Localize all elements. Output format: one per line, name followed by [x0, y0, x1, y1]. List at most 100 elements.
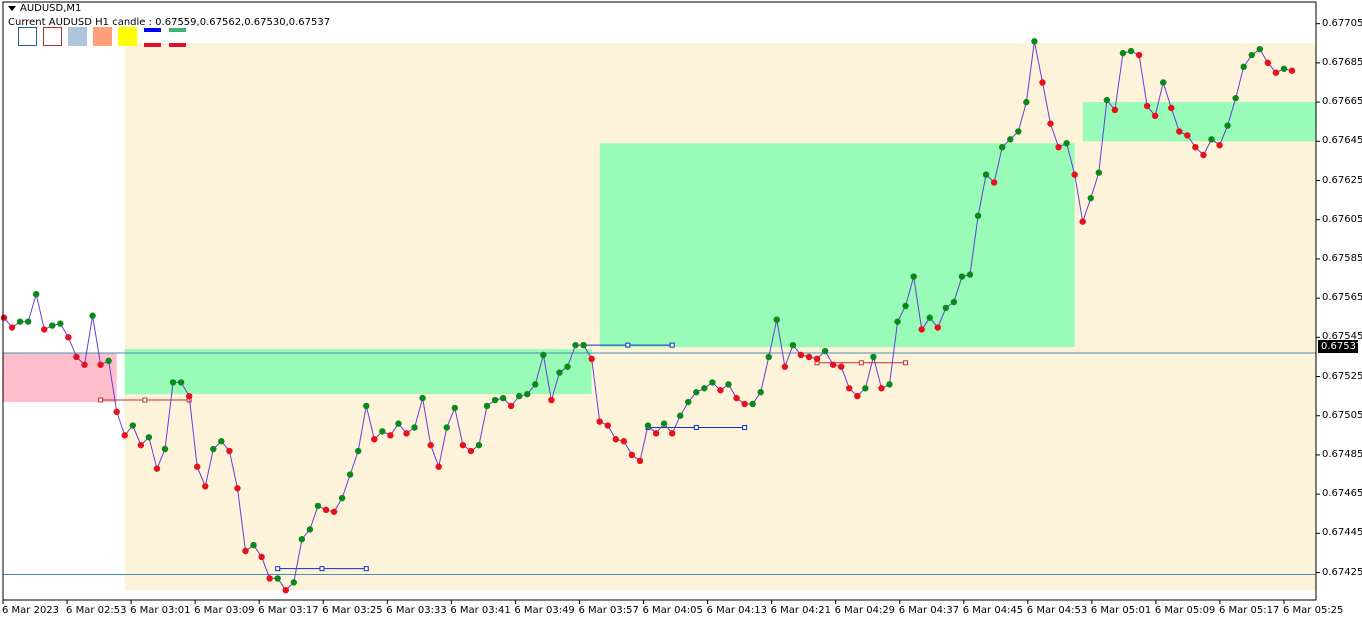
price-point [379, 428, 386, 435]
price-point [693, 389, 700, 396]
price-point [733, 394, 740, 402]
y-tick-label: 0.67605 [1322, 213, 1362, 225]
price-point [330, 508, 338, 515]
price-point [757, 389, 764, 396]
price-point [218, 438, 225, 445]
dropdown-arrow-icon[interactable] [8, 5, 16, 11]
price-point [194, 463, 201, 470]
price-point [717, 387, 724, 394]
x-tick-label: 6 Mar 04:13 [706, 605, 767, 616]
price-point [475, 441, 483, 449]
price-point [121, 432, 128, 439]
price-point [81, 361, 88, 368]
price-point [1192, 143, 1199, 151]
level-red-1-handle [98, 397, 104, 403]
price-point [1151, 112, 1159, 120]
x-tick-label: 6 Mar 04:29 [834, 605, 896, 616]
price-point [274, 575, 281, 582]
price-point [105, 357, 112, 365]
price-point [701, 385, 708, 392]
price-point [926, 314, 933, 321]
price-point [1087, 194, 1094, 202]
level-red-1-handle [142, 397, 148, 403]
price-point [411, 424, 418, 431]
zones-layer [2, 43, 1317, 591]
price-point [1031, 38, 1038, 45]
price-point [1071, 171, 1078, 178]
zone-green-2 [599, 143, 1075, 348]
y-tick-label: 0.67445 [1322, 527, 1362, 539]
price-point [169, 379, 177, 386]
price-point [1176, 128, 1183, 135]
white-box-swatch[interactable] [18, 27, 37, 46]
price-point [89, 312, 96, 319]
price-point [709, 379, 716, 386]
x-tick-label: 6 Mar 03:09 [194, 605, 255, 616]
red-dash-swatch[interactable] [144, 43, 161, 47]
price-point [1288, 67, 1296, 74]
price-point [910, 273, 917, 280]
y-tick-label: 0.67425 [1322, 566, 1362, 578]
x-tick-label: 6 Mar 03:57 [578, 605, 639, 616]
price-point [242, 547, 249, 555]
price-point [507, 402, 515, 410]
y-tick-label: 0.67565 [1322, 292, 1362, 304]
price-point [371, 436, 378, 443]
price-point [548, 396, 555, 404]
y-tick-label: 0.67485 [1322, 448, 1362, 460]
red-dash-swatch-2[interactable] [169, 43, 186, 47]
zone-green-3 [1082, 102, 1317, 142]
y-tick-label: 0.67645 [1322, 135, 1362, 147]
price-point [1047, 120, 1054, 127]
salmon-swatch[interactable] [93, 27, 112, 46]
price-point [990, 179, 998, 186]
chart-title[interactable]: AUDUSD,M1 [8, 2, 81, 16]
price-point [685, 398, 692, 406]
price-point [443, 424, 450, 431]
price-point [604, 422, 611, 429]
price-point [113, 408, 120, 416]
price-point [1160, 79, 1167, 86]
price-point [41, 326, 48, 333]
price-point [668, 430, 676, 437]
price-point [773, 316, 780, 323]
price-point [1272, 69, 1280, 76]
x-tick-label: 6 Mar 03:49 [514, 605, 575, 616]
yellow-swatch[interactable] [118, 27, 137, 46]
price-point [137, 441, 145, 449]
y-tick-label: 0.67525 [1322, 370, 1362, 382]
price-point [838, 363, 845, 370]
x-tick-label: 6 Mar 04:05 [642, 605, 703, 616]
zone-green-1 [124, 349, 592, 395]
price-point [306, 526, 314, 533]
lightsteelblue-swatch[interactable] [68, 27, 87, 46]
green-dash-swatch[interactable] [169, 28, 186, 32]
price-point [781, 363, 789, 370]
price-point [0, 314, 8, 321]
level-red-2-handle [903, 360, 909, 366]
price-point [1248, 51, 1255, 59]
price-point [499, 394, 507, 402]
price-point [161, 445, 169, 453]
price-point [210, 445, 217, 453]
price-point [628, 451, 636, 459]
price-point [435, 463, 442, 470]
blue-dash-swatch[interactable] [144, 28, 161, 32]
x-tick-label: 6 Mar 04:53 [1026, 605, 1088, 616]
level-blue-1-handle [319, 566, 325, 572]
white-red-box-swatch[interactable] [43, 27, 62, 46]
price-point [1127, 47, 1135, 55]
x-tick-label: 6 Mar 05:25 [1283, 605, 1344, 616]
price-point [894, 318, 901, 325]
y-tick-label: 0.67685 [1322, 56, 1362, 68]
price-point [846, 385, 853, 392]
price-point [1264, 59, 1272, 67]
price-point [234, 485, 241, 492]
price-point [1168, 104, 1175, 112]
price-point [363, 402, 370, 410]
price-point [355, 447, 362, 455]
price-point [725, 381, 732, 388]
price-point [250, 541, 257, 549]
price-point [97, 361, 104, 368]
price-point [1103, 96, 1111, 104]
